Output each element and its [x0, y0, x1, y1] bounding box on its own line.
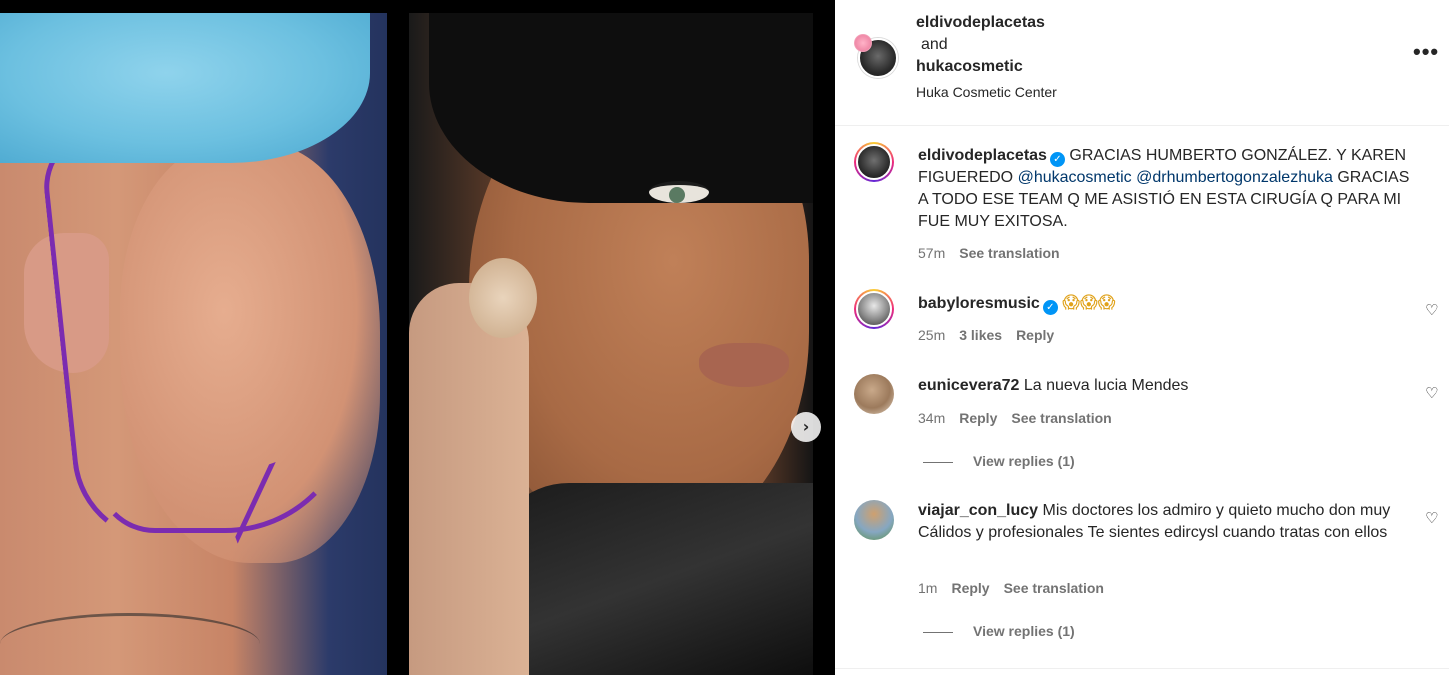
author-username[interactable]: eldivodeplacetas [916, 12, 1057, 34]
heart-icon[interactable]: ♡ [1425, 302, 1441, 318]
caption-avatar[interactable] [854, 142, 894, 182]
commenter-avatar[interactable] [854, 289, 894, 329]
verified-badge-icon: ✓ [1049, 152, 1065, 167]
replies-divider [923, 631, 953, 633]
comment-meta: 25m 3 likes Reply [918, 326, 1068, 344]
mention-link[interactable]: @hukacosmetic [1018, 169, 1132, 186]
reply-button[interactable]: Reply [1016, 327, 1054, 343]
lips-shape [699, 343, 789, 387]
comment-emoji: 😱😱😱 [1062, 293, 1116, 313]
makeup-brush [469, 258, 537, 338]
post-header: eldivodeplacetas and hukacosmetic Huka C… [835, 0, 1449, 126]
comment-text: babyloresmusic ✓ 😱😱😱 [918, 292, 1418, 315]
caption-time[interactable]: 57m [918, 245, 945, 261]
see-translation-button[interactable]: See translation [959, 245, 1059, 261]
more-horizontal-icon: ••• [1413, 39, 1440, 64]
comment-time[interactable]: 25m [918, 327, 945, 343]
view-replies-label: View replies (1) [973, 623, 1075, 639]
before-photo [0, 13, 387, 675]
collaborator-username[interactable]: hukacosmetic [916, 56, 1057, 78]
caption-username[interactable]: eldivodeplacetas [918, 147, 1047, 164]
location-link[interactable]: Huka Cosmetic Center [916, 81, 1057, 103]
commenter-username[interactable]: viajar_con_lucy [918, 502, 1038, 519]
eye-shape [649, 181, 709, 203]
replies-divider [923, 461, 953, 463]
comment-meta: 34m Reply See translation [918, 409, 1126, 427]
jacket-shape [489, 483, 813, 675]
section-divider [835, 668, 1449, 669]
commenter-avatar[interactable] [854, 500, 894, 540]
view-replies-button[interactable]: View replies (1) [923, 622, 1075, 640]
author-avatar[interactable] [854, 34, 898, 78]
reply-button[interactable]: Reply [959, 410, 997, 426]
after-photo [409, 13, 813, 675]
caption-text: eldivodeplacetas ✓ GRACIAS HUMBERTO GONZÁ… [918, 145, 1418, 233]
commenter-avatar[interactable] [854, 374, 894, 414]
tattoo-shape [0, 613, 260, 675]
view-replies-button[interactable]: View replies (1) [923, 452, 1075, 470]
chevron-right-icon: › [802, 417, 810, 436]
mention-link[interactable]: @drhumbertogonzalezhuka [1136, 169, 1333, 186]
comment-time[interactable]: 34m [918, 410, 945, 426]
comment-time[interactable]: 1m [918, 580, 937, 596]
next-image-button[interactable]: › [791, 412, 821, 442]
heart-icon[interactable]: ♡ [1425, 510, 1441, 526]
verified-badge-icon: ✓ [1042, 300, 1058, 315]
post-header-text: eldivodeplacetas and hukacosmetic Huka C… [916, 12, 1057, 103]
surgical-cap [0, 13, 370, 163]
caption-meta: 57m See translation [918, 244, 1074, 262]
comment-body: La nueva lucia Mendes [1023, 377, 1189, 394]
see-translation-button[interactable]: See translation [1004, 580, 1104, 596]
see-translation-button[interactable]: See translation [1011, 410, 1111, 426]
view-replies-label: View replies (1) [973, 453, 1075, 469]
commenter-username[interactable]: babyloresmusic [918, 295, 1040, 312]
comment-text: eunicevera72 La nueva lucia Mendes [918, 375, 1418, 397]
post-media[interactable]: › [0, 0, 835, 675]
hand-shape [409, 283, 529, 675]
iris-shape [669, 187, 685, 203]
comment-text: viajar_con_lucy Mis doctores los admiro … [918, 500, 1418, 544]
hair-shape [429, 13, 813, 203]
commenter-username[interactable]: eunicevera72 [918, 377, 1019, 394]
comment-meta: 1m Reply See translation [918, 579, 1118, 597]
post-sidebar: eldivodeplacetas and hukacosmetic Huka C… [835, 0, 1449, 675]
heart-icon[interactable]: ♡ [1425, 385, 1441, 401]
collab-avatar [854, 34, 872, 52]
likes-count-button[interactable]: 3 likes [959, 327, 1002, 343]
more-options-button[interactable]: ••• [1413, 41, 1439, 66]
reply-button[interactable]: Reply [951, 580, 989, 596]
and-label: and [921, 36, 948, 53]
